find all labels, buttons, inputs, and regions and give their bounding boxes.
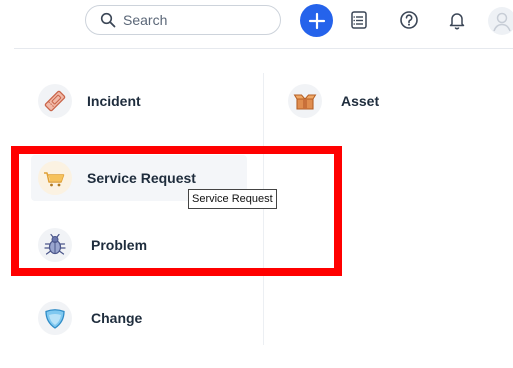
help-button[interactable] [398, 9, 420, 31]
checklist-button[interactable] [348, 9, 370, 31]
shield-icon [45, 309, 65, 329]
menu-item-label: Service Request [87, 170, 196, 186]
help-icon [400, 11, 418, 29]
problem-badge [38, 228, 72, 262]
bug-icon [44, 233, 66, 255]
search-input[interactable]: Search [85, 5, 281, 35]
menu-item-label: Incident [87, 93, 141, 109]
box-icon [293, 94, 317, 110]
user-avatar[interactable] [488, 7, 513, 35]
notifications-button[interactable] [446, 9, 468, 31]
plus-icon [308, 12, 325, 29]
avatar-icon [493, 12, 511, 32]
cart-icon [44, 172, 65, 187]
menu-item-change[interactable]: Change [38, 301, 142, 335]
column-divider [263, 73, 264, 345]
bell-icon [449, 13, 465, 30]
asset-badge [288, 84, 322, 118]
menu-item-asset[interactable]: Asset [288, 84, 379, 118]
menu-item-label: Problem [91, 237, 148, 253]
search-placeholder: Search [123, 12, 168, 28]
add-button[interactable] [300, 4, 333, 37]
change-badge [38, 301, 72, 335]
menu-item-problem[interactable]: Problem [38, 228, 147, 262]
checklist-icon [351, 11, 367, 29]
search-icon [100, 12, 116, 28]
menu-item-label: Asset [341, 93, 380, 109]
tooltip: Service Request [188, 189, 277, 209]
incident-badge [38, 84, 72, 118]
service-request-badge [38, 161, 72, 195]
menu-item-incident[interactable]: Incident [38, 84, 141, 118]
menu-item-label: Change [91, 310, 143, 326]
ticket-icon [44, 90, 66, 112]
top-bar: Search [14, 0, 513, 49]
